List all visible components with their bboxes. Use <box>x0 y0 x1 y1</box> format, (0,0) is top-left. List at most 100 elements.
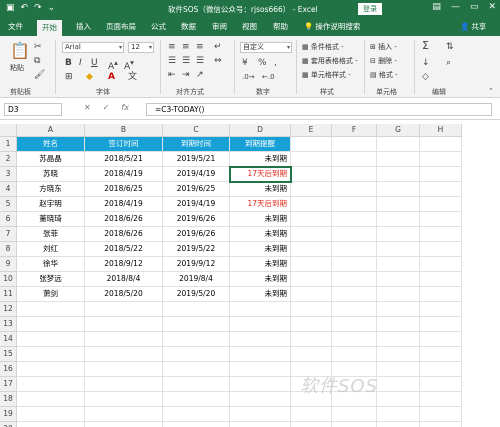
cell-a6[interactable]: 董晓琦 <box>17 212 85 227</box>
column-header-f[interactable]: F <box>332 124 377 137</box>
tab-formulas[interactable]: 公式 <box>151 21 166 32</box>
cell-b14[interactable] <box>85 332 163 347</box>
row-header-16[interactable]: 16 <box>0 362 17 377</box>
cell-f19[interactable] <box>332 407 377 422</box>
italic-icon[interactable]: I <box>79 58 82 68</box>
bold-icon[interactable]: B <box>65 58 72 68</box>
cell-f13[interactable] <box>332 317 377 332</box>
cell-d18[interactable] <box>230 392 291 407</box>
row-header-7[interactable]: 7 <box>0 227 17 242</box>
cell-e19[interactable] <box>291 407 332 422</box>
cell-b3[interactable]: 2018/4/19 <box>85 167 163 182</box>
cell-b2[interactable]: 2018/5/21 <box>85 152 163 167</box>
cell-b13[interactable] <box>85 317 163 332</box>
cell-h9[interactable] <box>420 257 462 272</box>
cell-g17[interactable] <box>377 377 420 392</box>
row-header-3[interactable]: 3 <box>0 167 17 182</box>
tell-me-search[interactable]: 💡 操作说明搜索 <box>304 21 360 32</box>
cell-e12[interactable] <box>291 302 332 317</box>
cell-a10[interactable]: 张梦远 <box>17 272 85 287</box>
cell-e2[interactable] <box>291 152 332 167</box>
tab-page-layout[interactable]: 页面布局 <box>106 21 136 32</box>
comma-icon[interactable]: , <box>274 58 277 68</box>
row-header-12[interactable]: 12 <box>0 302 17 317</box>
align-bottom-icon[interactable]: ≡ <box>196 42 204 52</box>
align-middle-icon[interactable]: ≡ <box>182 42 190 52</box>
cell-c4[interactable]: 2019/6/25 <box>163 182 230 197</box>
cell-b6[interactable]: 2018/6/26 <box>85 212 163 227</box>
cell-h8[interactable] <box>420 242 462 257</box>
row-header-14[interactable]: 14 <box>0 332 17 347</box>
cell-e10[interactable] <box>291 272 332 287</box>
borders-icon[interactable]: ⊞ <box>65 72 73 82</box>
cell-c13[interactable] <box>163 317 230 332</box>
login-button[interactable]: 登录 <box>358 3 382 15</box>
cell-f9[interactable] <box>332 257 377 272</box>
cell-a18[interactable] <box>17 392 85 407</box>
cell-h7[interactable] <box>420 227 462 242</box>
row-header-2[interactable]: 2 <box>0 152 17 167</box>
cell-e8[interactable] <box>291 242 332 257</box>
cell-h12[interactable] <box>420 302 462 317</box>
cell-c12[interactable] <box>163 302 230 317</box>
cell-b4[interactable]: 2018/6/25 <box>85 182 163 197</box>
cell-c10[interactable]: 2019/8/4 <box>163 272 230 287</box>
cell-f2[interactable] <box>332 152 377 167</box>
increase-indent-icon[interactable]: ⇥ <box>182 70 190 80</box>
cell-d1[interactable]: 到期提醒 <box>230 137 291 152</box>
cell-b12[interactable] <box>85 302 163 317</box>
column-header-c[interactable]: C <box>163 124 230 137</box>
cell-g9[interactable] <box>377 257 420 272</box>
cell-a16[interactable] <box>17 362 85 377</box>
redo-icon[interactable]: ↷ <box>34 3 42 13</box>
cell-d12[interactable] <box>230 302 291 317</box>
percent-icon[interactable]: % <box>258 58 267 68</box>
column-header-e[interactable]: E <box>291 124 332 137</box>
enter-icon[interactable]: ✓ <box>103 103 110 112</box>
cell-c17[interactable] <box>163 377 230 392</box>
ribbon-display-icon[interactable]: ▤ <box>432 2 441 12</box>
orientation-icon[interactable]: ↗ <box>196 70 204 80</box>
cell-c14[interactable] <box>163 332 230 347</box>
row-header-4[interactable]: 4 <box>0 182 17 197</box>
cell-g18[interactable] <box>377 392 420 407</box>
cell-d7[interactable]: 未到期 <box>230 227 291 242</box>
cell-g13[interactable] <box>377 317 420 332</box>
cell-b19[interactable] <box>85 407 163 422</box>
cell-a15[interactable] <box>17 347 85 362</box>
font-name-combo[interactable]: Arial ▾ <box>62 42 124 53</box>
cell-g7[interactable] <box>377 227 420 242</box>
collapse-ribbon-icon[interactable]: ⌃ <box>488 86 494 96</box>
tab-review[interactable]: 审阅 <box>212 21 227 32</box>
select-all-corner[interactable] <box>0 124 17 137</box>
cell-b1[interactable]: 签订时间 <box>85 137 163 152</box>
cell-a7[interactable]: 张菲 <box>17 227 85 242</box>
font-color-icon[interactable]: A <box>108 72 115 82</box>
align-left-icon[interactable]: ☰ <box>168 56 176 66</box>
share-button[interactable]: 👤 共享 <box>460 21 486 32</box>
cell-d13[interactable] <box>230 317 291 332</box>
cell-a2[interactable]: 苏晶晶 <box>17 152 85 167</box>
cell-e14[interactable] <box>291 332 332 347</box>
cell-a14[interactable] <box>17 332 85 347</box>
tab-help[interactable]: 帮助 <box>273 21 288 32</box>
paste-icon[interactable]: 📋 <box>10 42 30 60</box>
column-header-g[interactable]: G <box>377 124 420 137</box>
cell-e13[interactable] <box>291 317 332 332</box>
cell-g6[interactable] <box>377 212 420 227</box>
cell-f15[interactable] <box>332 347 377 362</box>
column-header-a[interactable]: A <box>17 124 85 137</box>
paste-button[interactable]: 粘贴 <box>10 63 24 73</box>
column-header-b[interactable]: B <box>85 124 163 137</box>
cell-a11[interactable]: 萧剑 <box>17 287 85 302</box>
cell-c16[interactable] <box>163 362 230 377</box>
column-header-h[interactable]: H <box>420 124 462 137</box>
cell-a4[interactable]: 方晓东 <box>17 182 85 197</box>
align-right-icon[interactable]: ☰ <box>196 56 204 66</box>
cell-d6[interactable]: 未到期 <box>230 212 291 227</box>
cell-h4[interactable] <box>420 182 462 197</box>
decrease-font-icon[interactable]: A▾ <box>124 58 134 72</box>
cell-c5[interactable]: 2019/4/19 <box>163 197 230 212</box>
cell-g11[interactable] <box>377 287 420 302</box>
cell-h1[interactable] <box>420 137 462 152</box>
